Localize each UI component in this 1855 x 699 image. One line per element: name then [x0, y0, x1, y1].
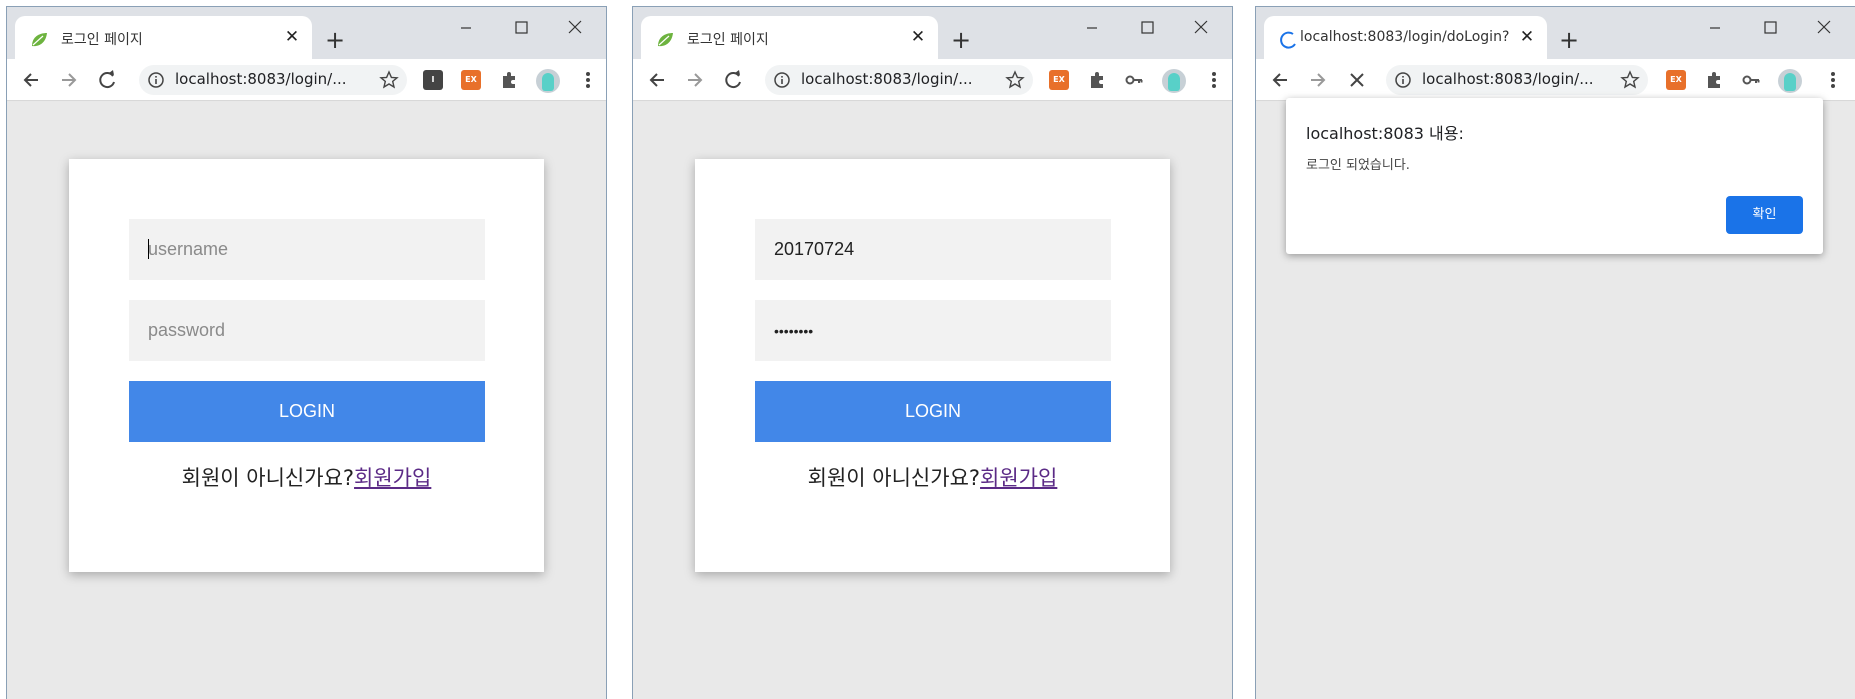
tab-title: 로그인 페이지: [687, 32, 769, 48]
signup-prompt-text: 회원이 아니신가요?: [181, 466, 355, 490]
username-input[interactable]: [755, 219, 1111, 280]
browser-tab[interactable]: 로그인 페이지 ✕: [641, 16, 938, 59]
menu-kebab-icon[interactable]: [1198, 64, 1230, 96]
login-button[interactable]: LOGIN: [129, 381, 485, 442]
login-card: LOGIN 회원이 아니신가요?회원가입: [69, 159, 544, 572]
close-window-icon[interactable]: [555, 13, 595, 43]
stop-loading-icon[interactable]: [1341, 64, 1373, 96]
bookmark-star-icon[interactable]: [1005, 70, 1025, 90]
tab-strip: localhost:8083/login/doLogin?lo ✕ +: [1256, 7, 1855, 59]
forward-arrow-icon[interactable]: [1302, 64, 1334, 96]
info-icon[interactable]: [147, 71, 165, 89]
url-text: localhost:8083/login/...: [801, 70, 973, 88]
back-arrow-icon[interactable]: [1264, 64, 1296, 96]
browser-window-2: 로그인 페이지 ✕ + localhost:8083/login/... EX …: [632, 6, 1233, 699]
login-card: LOGIN 회원이 아니신가요?회원가입: [695, 159, 1170, 572]
ok-button[interactable]: 확인: [1726, 196, 1803, 234]
tab-close-icon[interactable]: ✕: [282, 27, 302, 47]
forward-arrow-icon[interactable]: [679, 64, 711, 96]
instapaper-icon[interactable]: I: [423, 70, 443, 90]
browser-window-1: 로그인 페이지 ✕ + localhost:8083/login/... I E…: [6, 6, 607, 699]
url-text: localhost:8083/login/...: [1422, 70, 1594, 88]
tab-close-icon[interactable]: ✕: [1517, 27, 1537, 47]
address-bar[interactable]: localhost:8083/login/...: [765, 65, 1033, 95]
reload-icon[interactable]: [718, 64, 750, 96]
menu-kebab-icon[interactable]: [572, 64, 604, 96]
signup-prompt-text: 회원이 아니신가요?: [807, 466, 981, 490]
browser-tab[interactable]: 로그인 페이지 ✕: [15, 16, 312, 59]
dialog-title: localhost:8083 내용:: [1306, 124, 1464, 143]
signup-prompt: 회원이 아니신가요?회원가입: [69, 462, 544, 492]
text-cursor: [148, 239, 149, 259]
address-bar[interactable]: localhost:8083/login/...: [1386, 65, 1648, 95]
minimize-icon[interactable]: [1072, 13, 1112, 43]
forward-arrow-icon[interactable]: [53, 64, 85, 96]
spring-leaf-icon: [32, 33, 47, 47]
profile-avatar[interactable]: [536, 69, 560, 93]
maximize-icon[interactable]: [501, 13, 541, 43]
browser-window-3: localhost:8083/login/doLogin?lo ✕ + loca…: [1255, 6, 1855, 699]
close-window-icon[interactable]: [1804, 13, 1844, 43]
browser-toolbar: localhost:8083/login/... I EX: [7, 59, 606, 101]
new-tab-button[interactable]: +: [322, 27, 348, 53]
ex-extension-icon[interactable]: EX: [1666, 70, 1686, 90]
puzzle-icon[interactable]: [1704, 70, 1724, 90]
info-icon[interactable]: [773, 71, 791, 89]
dialog-message: 로그인 되었습니다.: [1306, 158, 1410, 173]
address-bar[interactable]: localhost:8083/login/...: [139, 65, 407, 95]
info-icon[interactable]: [1394, 71, 1412, 89]
puzzle-icon[interactable]: [499, 70, 519, 90]
maximize-icon[interactable]: [1127, 13, 1167, 43]
username-input[interactable]: [129, 219, 485, 280]
signup-prompt: 회원이 아니신가요?회원가입: [695, 462, 1170, 492]
tab-title: localhost:8083/login/doLogin?lo: [1300, 29, 1510, 45]
puzzle-icon[interactable]: [1087, 70, 1107, 90]
tab-close-icon[interactable]: ✕: [908, 27, 928, 47]
loading-spinner-icon: [1280, 31, 1296, 49]
browser-toolbar: localhost:8083/login/... EX: [633, 59, 1232, 101]
page-content: LOGIN 회원이 아니신가요?회원가입: [7, 102, 606, 699]
tab-strip: 로그인 페이지 ✕ +: [7, 7, 606, 59]
bookmark-star-icon[interactable]: [1620, 70, 1640, 90]
profile-avatar[interactable]: [1778, 69, 1802, 93]
new-tab-button[interactable]: +: [1556, 27, 1582, 53]
browser-toolbar: localhost:8083/login/... EX: [1256, 59, 1855, 101]
tab-title: 로그인 페이지: [61, 32, 143, 48]
password-input[interactable]: [755, 300, 1111, 361]
bookmark-star-icon[interactable]: [379, 70, 399, 90]
minimize-icon[interactable]: [446, 13, 486, 43]
minimize-icon[interactable]: [1695, 13, 1735, 43]
back-arrow-icon[interactable]: [641, 64, 673, 96]
new-tab-button[interactable]: +: [948, 27, 974, 53]
maximize-icon[interactable]: [1750, 13, 1790, 43]
tab-strip: 로그인 페이지 ✕ +: [633, 7, 1232, 59]
reload-icon[interactable]: [92, 64, 124, 96]
profile-avatar[interactable]: [1162, 69, 1186, 93]
ex-extension-icon[interactable]: EX: [1049, 70, 1069, 90]
close-window-icon[interactable]: [1181, 13, 1221, 43]
back-arrow-icon[interactable]: [15, 64, 47, 96]
key-icon[interactable]: [1741, 70, 1761, 90]
signup-link[interactable]: 회원가입: [980, 466, 1057, 490]
ex-extension-icon[interactable]: EX: [461, 70, 481, 90]
page-content: LOGIN 회원이 아니신가요?회원가입: [633, 102, 1232, 699]
menu-kebab-icon[interactable]: [1817, 64, 1849, 96]
url-text: localhost:8083/login/...: [175, 70, 347, 88]
alert-dialog: localhost:8083 내용: 로그인 되었습니다. 확인: [1286, 98, 1823, 254]
browser-tab[interactable]: localhost:8083/login/doLogin?lo ✕: [1264, 16, 1547, 59]
spring-leaf-icon: [658, 33, 673, 47]
signup-link[interactable]: 회원가입: [354, 466, 431, 490]
login-button[interactable]: LOGIN: [755, 381, 1111, 442]
password-input[interactable]: [129, 300, 485, 361]
key-icon[interactable]: [1124, 70, 1144, 90]
